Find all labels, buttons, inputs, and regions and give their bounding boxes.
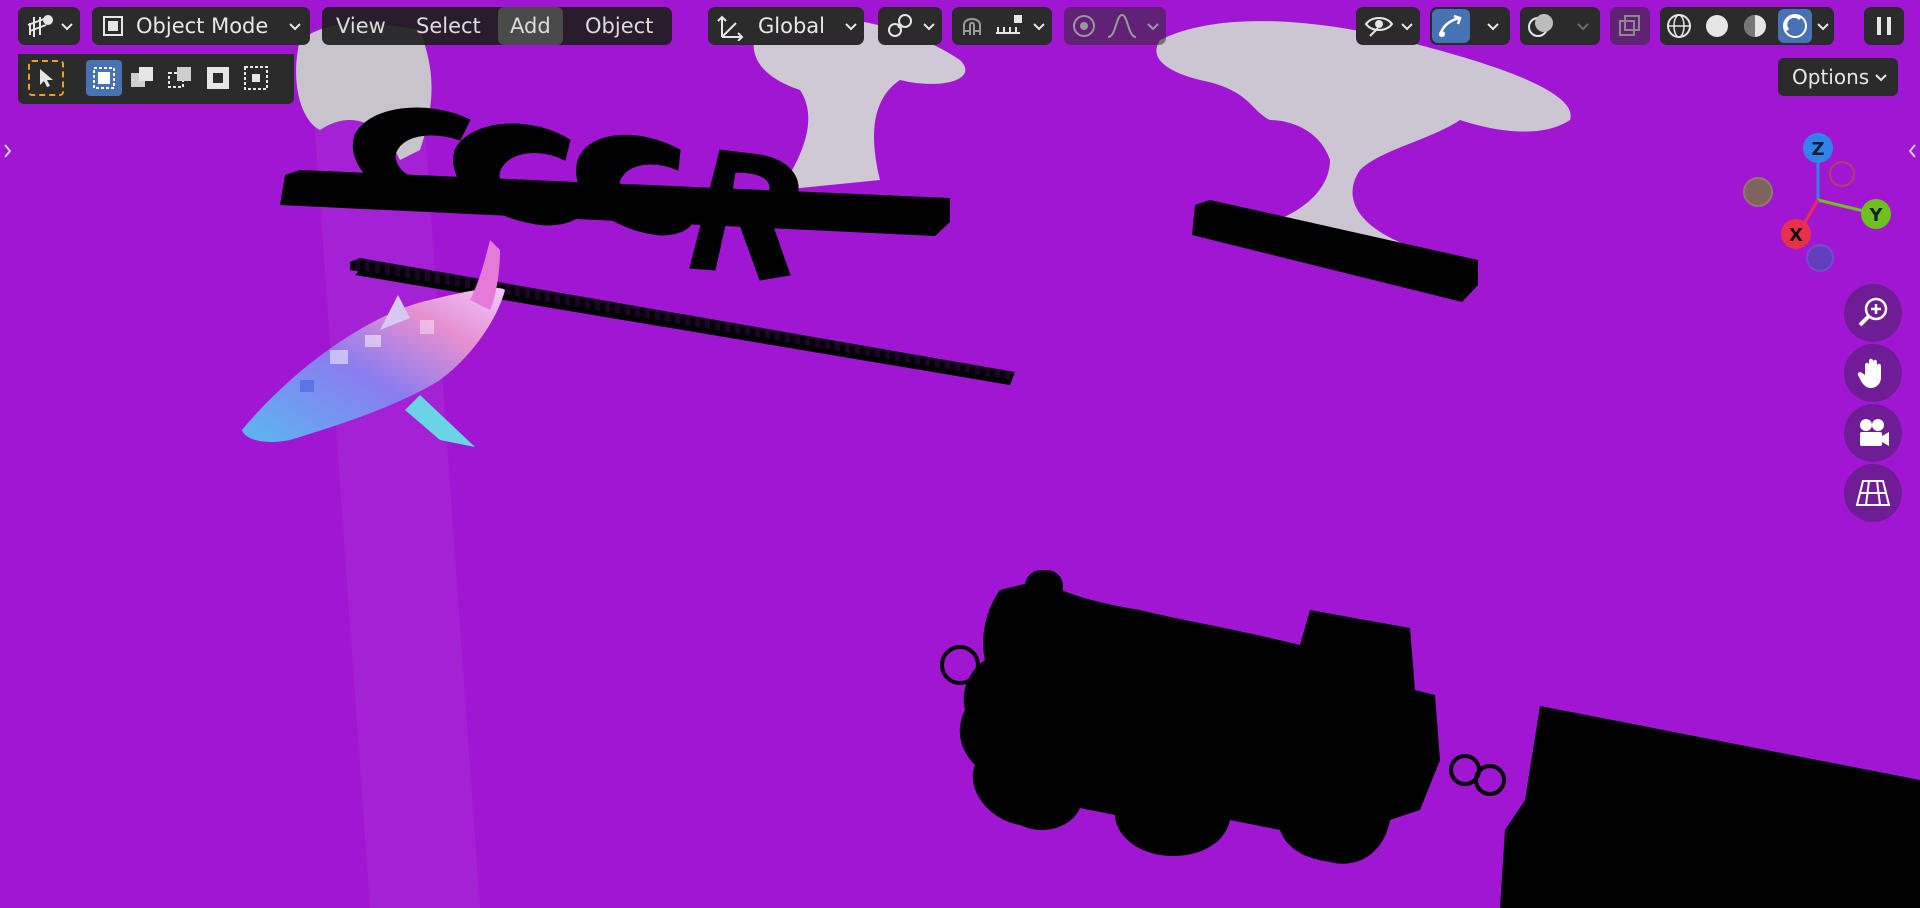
select-invert-mode-button[interactable] (200, 60, 236, 96)
cursor-arrow-icon (40, 69, 53, 87)
viewport-shading-controls (1660, 7, 1834, 45)
proportional-editing-controls (1064, 7, 1166, 45)
camera-icon (1860, 419, 1889, 446)
pivot-point-selector[interactable] (878, 7, 942, 45)
overlays-controls (1520, 7, 1600, 45)
box-select-invert-icon (207, 67, 229, 89)
select-tool-button[interactable] (28, 60, 64, 96)
overlays-icon[interactable] (1526, 12, 1556, 40)
orientation-axes-icon (717, 15, 744, 41)
box-select-new-icon (93, 67, 115, 89)
viewport-header: Object Mode View Select Add Object Globa… (0, 0, 1920, 54)
menu-object[interactable]: Object (573, 7, 665, 45)
snap-increment-icon[interactable] (994, 13, 1026, 39)
chevron-down-icon[interactable] (1486, 19, 1500, 33)
snap-magnet-icon[interactable] (958, 13, 986, 39)
chevron-down-icon (61, 23, 73, 31)
pivot-point-icon (888, 14, 912, 37)
options-label: Options (1792, 65, 1870, 89)
neg-x-axis-handle[interactable] (1829, 161, 1855, 187)
chevron-down-icon (289, 23, 301, 31)
chevron-down-icon[interactable] (1146, 19, 1160, 33)
select-extend-mode-button[interactable] (124, 60, 160, 96)
box-select-intersect-icon (244, 66, 268, 90)
zoom-magnifier-icon (1858, 297, 1888, 327)
toolbar-expand-arrow-icon[interactable] (0, 136, 16, 166)
neg-y-axis-handle[interactable] (1743, 177, 1773, 207)
y-axis-label: Y (1868, 205, 1883, 226)
editor-type-selector[interactable] (18, 7, 80, 45)
gizmo-toggle-controls (1430, 7, 1510, 45)
chevron-down-icon (1401, 23, 1413, 31)
select-subtract-mode-button[interactable] (162, 60, 198, 96)
selection-tool-bar (18, 54, 294, 104)
select-new-mode-button[interactable] (86, 60, 122, 96)
navigation-gizmo[interactable]: Z Y X (1736, 126, 1906, 276)
pause-icon (1877, 17, 1891, 35)
options-dropdown[interactable]: Options (1778, 58, 1898, 96)
3d-scene[interactable] (0, 0, 1920, 908)
object-mode-label: Object Mode (136, 14, 269, 38)
3d-viewport[interactable]: Object Mode View Select Add Object Globa… (0, 0, 1920, 908)
gizmo-arrow-icon (1438, 14, 1462, 37)
perspective-grid-icon (1855, 480, 1891, 506)
rendered-shading-button[interactable] (1778, 9, 1812, 43)
chevron-down-icon (923, 23, 935, 31)
chevron-down-icon (1875, 74, 1887, 82)
object-visibility-selector[interactable] (1356, 7, 1420, 45)
eye-visibility-icon (1364, 17, 1394, 37)
neg-z-axis-handle[interactable] (1806, 244, 1834, 272)
3d-viewport-editor-icon (27, 15, 53, 37)
material-preview-icon[interactable] (1740, 12, 1770, 40)
chevron-down-icon (845, 23, 857, 31)
object-mode-selector[interactable]: Object Mode (92, 7, 310, 45)
snapping-controls (952, 7, 1052, 45)
box-select-subtract-icon (168, 67, 191, 88)
z-axis-label: Z (1811, 139, 1824, 160)
object-mode-icon (103, 16, 123, 36)
xray-toggle[interactable] (1610, 7, 1650, 45)
solid-shading-icon[interactable] (1702, 12, 1732, 40)
sidebar-expand-arrow-icon[interactable] (1904, 136, 1920, 166)
orientation-label: Global (758, 14, 825, 38)
zoom-button[interactable] (1844, 284, 1902, 342)
transform-orientation-selector[interactable]: Global (708, 7, 864, 45)
x-axis-label: X (1789, 225, 1803, 246)
menu-view[interactable]: View (324, 7, 398, 45)
box-select-extend-icon (131, 67, 153, 87)
xray-icon (1619, 15, 1640, 36)
falloff-curve-icon[interactable] (1106, 13, 1138, 39)
chevron-down-icon[interactable] (1816, 19, 1830, 33)
train-silhouette (940, 570, 1920, 908)
perspective-toggle-button[interactable] (1844, 464, 1902, 522)
rendered-shading-icon (1783, 14, 1807, 38)
pan-button[interactable] (1844, 344, 1902, 402)
menu-add[interactable]: Add (498, 7, 563, 45)
select-intersect-mode-button[interactable] (238, 60, 274, 96)
pause-render-button[interactable] (1864, 7, 1904, 45)
chevron-down-icon[interactable] (1576, 19, 1590, 33)
menu-select[interactable]: Select (404, 7, 493, 45)
camera-view-button[interactable] (1844, 404, 1902, 462)
chevron-down-icon[interactable] (1032, 19, 1046, 33)
hand-pan-icon (1857, 358, 1881, 388)
wireframe-shading-icon[interactable] (1664, 12, 1694, 40)
proportional-editing-icon[interactable] (1070, 13, 1098, 39)
gizmo-toggle-button[interactable] (1432, 9, 1470, 43)
